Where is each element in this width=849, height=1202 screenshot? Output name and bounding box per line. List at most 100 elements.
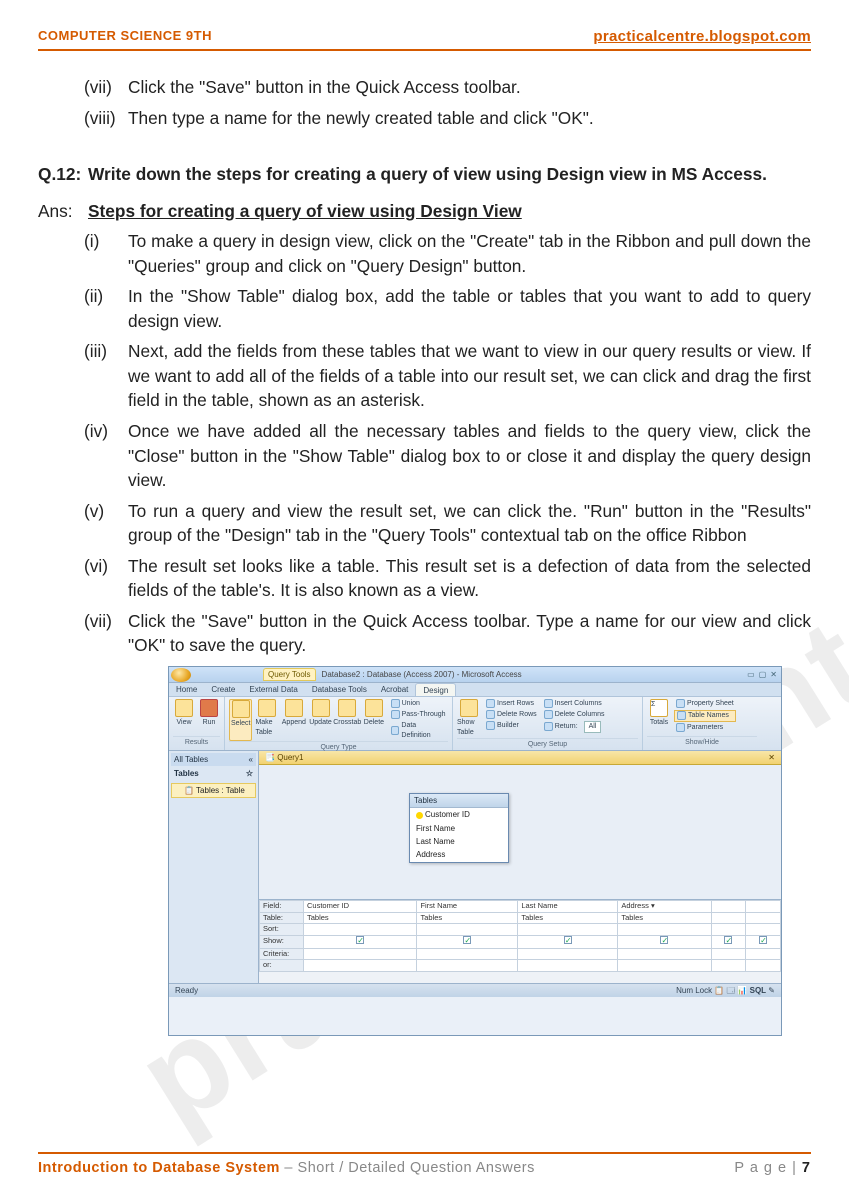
table-box-header: Tables	[410, 794, 508, 808]
nav-item-tables-table[interactable]: 📋 Tables : Table	[171, 783, 256, 798]
parameters-button[interactable]: Parameters	[674, 723, 736, 733]
run-button[interactable]: Run	[198, 699, 220, 728]
step-number: (vii)	[84, 75, 128, 100]
navigation-pane[interactable]: All Tables« Tables ☆ 📋 Tables : Table	[169, 751, 259, 983]
update-button[interactable]: Update	[309, 699, 332, 741]
window-controls[interactable]: ▭ ▢✕	[747, 669, 777, 680]
tab-close-icon[interactable]: ✕	[768, 752, 775, 763]
minimize-icon[interactable]: ▭	[747, 669, 755, 680]
page-header: COMPUTER SCIENCE 9TH practicalcentre.blo…	[38, 0, 811, 51]
union-button[interactable]: Union	[389, 699, 448, 709]
step-number: (viii)	[84, 106, 128, 131]
grid-cell[interactable]: First Name	[417, 900, 518, 912]
grid-cell[interactable]: Last Name	[518, 900, 618, 912]
step-text: Once we have added all the necessary tab…	[128, 419, 811, 493]
property-sheet-button[interactable]: Property Sheet	[674, 699, 736, 709]
show-checkbox[interactable]	[660, 936, 668, 944]
key-icon	[416, 812, 423, 819]
passthrough-button[interactable]: Pass-Through	[389, 710, 448, 720]
question-text: Write down the steps for creating a quer…	[88, 162, 811, 187]
design-canvas[interactable]: Tables Customer ID First Name Last Name …	[259, 765, 781, 899]
insert-cols-icon	[544, 699, 553, 708]
design-grid[interactable]: Field: Customer ID First Name Last Name …	[259, 899, 781, 983]
table-names-button[interactable]: Table Names	[674, 710, 736, 722]
insert-rows-button[interactable]: Insert Rows	[484, 699, 539, 709]
page-number: 7	[802, 1160, 811, 1176]
nav-category: Tables ☆	[171, 766, 256, 781]
office-button-icon[interactable]	[171, 668, 191, 682]
step-vi: (vi)The result set looks like a table. T…	[38, 554, 811, 603]
nav-header[interactable]: All Tables«	[171, 753, 256, 766]
footer-chapter: Introduction to Database System	[38, 1160, 280, 1176]
grid-cell[interactable]: Tables	[417, 912, 518, 924]
grid-cell[interactable]: Tables	[618, 912, 711, 924]
access-screenshot: Query Tools Database2 : Database (Access…	[168, 666, 782, 1036]
show-table-button[interactable]: Show Table	[457, 699, 481, 738]
tab-database-tools[interactable]: Database Tools	[305, 683, 374, 696]
delete-rows-button[interactable]: Delete Rows	[484, 710, 539, 720]
main-area: 📑 Query1✕ Tables Customer ID First Name …	[259, 751, 781, 983]
dropdown-icon[interactable]: ▾	[651, 901, 655, 910]
append-button[interactable]: Append	[282, 699, 306, 741]
status-left: Ready	[175, 985, 198, 996]
return-icon	[544, 722, 553, 731]
ribbon: View Run Results Select Make Table Appen…	[169, 697, 781, 751]
delete-icon	[365, 699, 383, 717]
make-table-button[interactable]: Make Table	[255, 699, 278, 741]
close-icon[interactable]: ✕	[770, 669, 777, 680]
insert-cols-button[interactable]: Insert Columns	[542, 699, 607, 709]
tab-create[interactable]: Create	[204, 683, 242, 696]
table-row[interactable]: Address	[410, 848, 508, 861]
show-checkbox[interactable]	[463, 936, 471, 944]
delete-cols-button[interactable]: Delete Columns	[542, 710, 607, 720]
totals-button[interactable]: ΣTotals	[647, 699, 671, 733]
tab-design[interactable]: Design	[415, 683, 456, 696]
step-text: To make a query in design view, click on…	[128, 229, 811, 278]
group-label: Query Setup	[457, 738, 638, 750]
status-right: Num Lock 📋 🗔 📊 SQL ✎	[676, 985, 775, 996]
step-number: (v)	[84, 499, 128, 548]
crosstab-button[interactable]: Crosstab	[335, 699, 359, 741]
show-checkbox[interactable]	[356, 936, 364, 944]
delete-button[interactable]: Delete	[362, 699, 385, 741]
table-row[interactable]: First Name	[410, 822, 508, 835]
step-ii: (ii)In the "Show Table" dialog box, add …	[38, 284, 811, 333]
step-number: (i)	[84, 229, 128, 278]
table-row[interactable]: Customer ID	[410, 808, 508, 821]
show-checkbox[interactable]	[724, 936, 732, 944]
step-number: (iv)	[84, 419, 128, 493]
table-row[interactable]: Last Name	[410, 835, 508, 848]
delete-rows-icon	[486, 710, 495, 719]
table-field-list[interactable]: Tables Customer ID First Name Last Name …	[409, 793, 509, 863]
delete-cols-icon	[544, 710, 553, 719]
show-checkbox[interactable]	[759, 936, 767, 944]
grid-cell[interactable]: Address ▾	[618, 900, 711, 912]
append-icon	[285, 699, 303, 717]
datadef-button[interactable]: Data Definition	[389, 721, 448, 741]
app-body: All Tables« Tables ☆ 📋 Tables : Table 📑 …	[169, 751, 781, 983]
tab-external-data[interactable]: External Data	[242, 683, 304, 696]
step-vii: (vii)Click the "Save" button in the Quic…	[38, 609, 811, 658]
step-text: To run a query and view the result set, …	[128, 499, 811, 548]
maximize-icon[interactable]: ▢	[759, 669, 767, 680]
step-number: (iii)	[84, 339, 128, 413]
tab-acrobat[interactable]: Acrobat	[374, 683, 416, 696]
crosstab-icon	[338, 699, 356, 717]
query-tab[interactable]: 📑 Query1✕	[259, 751, 781, 765]
footer-subtitle: – Short / Detailed Question Answers	[280, 1160, 535, 1176]
builder-button[interactable]: Builder	[484, 721, 539, 731]
grid-row-label: Criteria:	[260, 948, 304, 960]
step-v: (v)To run a query and view the result se…	[38, 499, 811, 548]
grid-cell[interactable]: Tables	[304, 912, 417, 924]
grid-cell[interactable]: Customer ID	[304, 900, 417, 912]
tab-home[interactable]: Home	[169, 683, 204, 696]
header-right-link[interactable]: practicalcentre.blogspot.com	[593, 28, 811, 45]
show-checkbox[interactable]	[564, 936, 572, 944]
grid-cell[interactable]: Tables	[518, 912, 618, 924]
page-footer: Introduction to Database System – Short …	[38, 1152, 811, 1176]
return-selector[interactable]: Return: All	[542, 721, 607, 733]
select-button[interactable]: Select	[229, 699, 252, 741]
view-button[interactable]: View	[173, 699, 195, 728]
chevron-down-icon[interactable]: «	[249, 754, 253, 765]
property-sheet-icon	[676, 699, 685, 708]
